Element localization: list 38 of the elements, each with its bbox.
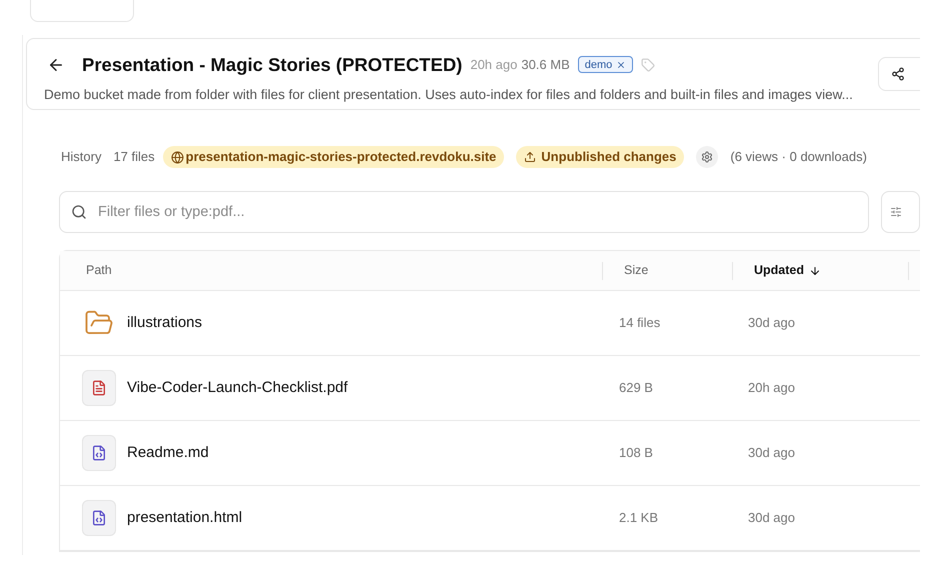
code-file-icon xyxy=(82,435,116,471)
share-icon xyxy=(891,67,905,81)
column-header[interactable]: Updated xyxy=(754,261,821,280)
file-name[interactable]: presentation.html xyxy=(127,506,242,530)
size-text: 30.6 MB xyxy=(521,56,570,74)
file-size: 14 files xyxy=(618,314,662,332)
search-icon xyxy=(71,204,87,220)
age-text: 20h ago xyxy=(470,56,518,74)
stats-text: (6 views · 0 downloads) xyxy=(730,148,867,166)
history-link[interactable]: History xyxy=(61,147,102,167)
sliders-icon xyxy=(890,206,902,218)
settings-icon[interactable] xyxy=(696,146,718,168)
sort-arrow-icon xyxy=(809,264,821,276)
tag-chip[interactable]: demo xyxy=(578,56,634,74)
domain-chip[interactable]: presentation-magic-stories-protected.revdoku.site xyxy=(162,146,504,168)
file-size: 629 B xyxy=(618,379,654,398)
file-name[interactable]: illustrations xyxy=(127,312,202,334)
file-size: 108 B xyxy=(618,444,654,462)
document-icon xyxy=(82,370,116,406)
file-name[interactable]: Vibe-Coder-Launch-Checklist.pdf xyxy=(127,376,348,400)
page-title: Presentation - Magic Stories (PROTECTED) xyxy=(82,53,462,77)
unpublished-chip[interactable]: Unpublished changes xyxy=(516,146,684,168)
search-field[interactable]: Filter files or type:pdf... xyxy=(59,191,869,233)
description: Demo bucket made from folder with files for client presentation. Uses auto-index for files and folders and built-in files and images view... xyxy=(44,86,853,104)
file-count: 17 files xyxy=(113,148,155,166)
column-header[interactable]: Path xyxy=(86,261,112,280)
column-header[interactable]: Size xyxy=(624,261,648,280)
file-name[interactable]: Readme.md xyxy=(127,442,209,464)
updated-time: 20h ago xyxy=(747,379,796,398)
updated-time: 30d ago xyxy=(747,509,796,528)
share-button[interactable] xyxy=(878,57,920,91)
close-icon[interactable] xyxy=(616,60,626,70)
updated-time: 30d ago xyxy=(747,314,796,332)
updated-time: 30d ago xyxy=(747,444,796,462)
file-size: 2.1 KB xyxy=(618,509,660,528)
upload-icon xyxy=(524,151,536,163)
code-file-icon xyxy=(82,500,116,536)
globe-icon xyxy=(170,150,184,164)
